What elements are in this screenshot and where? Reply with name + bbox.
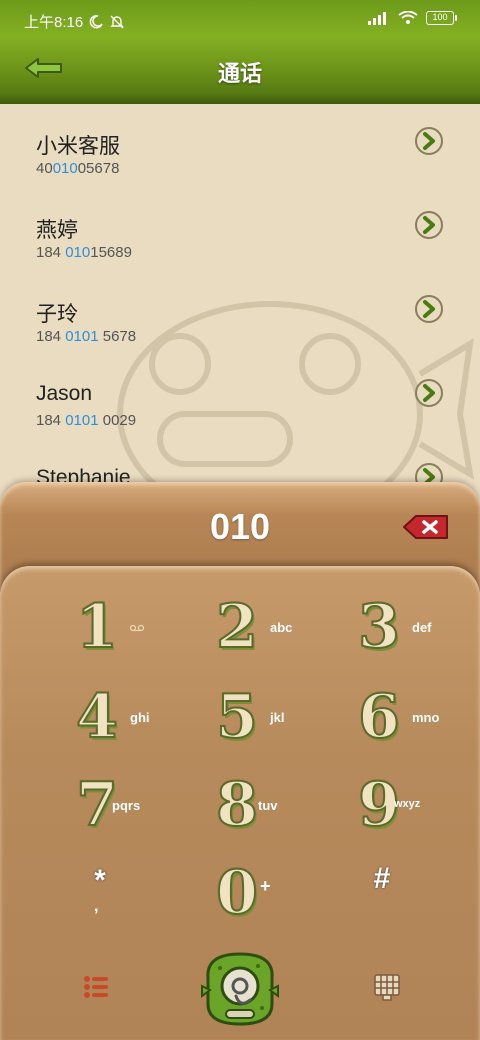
keypad-grid-icon[interactable]: [372, 972, 402, 1002]
key-letters: abc: [270, 620, 293, 635]
contact-name: 小米客服: [36, 135, 120, 158]
key-digit: #: [373, 862, 391, 895]
status-bar: 上午8:16 100: [0, 0, 480, 40]
key-hash[interactable]: #: [362, 862, 480, 942]
key-6[interactable]: 6 mno: [354, 680, 474, 760]
key-digit: 6: [357, 681, 401, 753]
key-digit: *: [94, 864, 106, 897]
chevron-right-icon[interactable]: [414, 210, 444, 240]
key-letters: ,: [94, 898, 99, 915]
list-item[interactable]: 子玲 184 0101 5678: [0, 272, 480, 356]
key-9[interactable]: 9 wxyz: [354, 768, 474, 848]
status-right-group: 100: [368, 11, 457, 25]
wifi-icon: [398, 11, 418, 24]
chevron-right-icon[interactable]: [414, 378, 444, 408]
key-letters: jkl: [270, 710, 285, 725]
key-letters: tuv: [258, 798, 278, 813]
fish-call-icon[interactable]: [200, 948, 280, 1028]
key-8[interactable]: 8 tuv: [212, 768, 332, 848]
key-digit: 3: [357, 591, 401, 663]
key-digit: 0: [215, 857, 259, 929]
key-letters: mno: [412, 710, 440, 725]
contact-name: 燕婷: [36, 219, 78, 242]
list-item[interactable]: Jason 184 0101 0029: [0, 356, 480, 440]
key-letters: def: [412, 620, 432, 635]
key-letters: +: [260, 876, 271, 896]
contact-list[interactable]: 小米客服 4001005678 燕婷 184 01015689 子玲 184 0…: [0, 104, 480, 504]
status-time-group: 上午8:16: [24, 11, 125, 32]
list-item[interactable]: 燕婷 184 01015689: [0, 188, 480, 272]
key-1[interactable]: 1: [72, 590, 192, 670]
key-letters: pqrs: [112, 798, 141, 813]
page-title: 通话: [217, 61, 262, 86]
app-header: 上午8:16 100 通话: [0, 0, 480, 104]
chevron-right-icon[interactable]: [414, 294, 444, 324]
signal-icon: [368, 12, 386, 25]
battery-icon: 100: [426, 11, 457, 25]
key-digit: 4: [75, 681, 119, 753]
key-7[interactable]: 7 pqrs: [72, 768, 192, 848]
contact-number: 4001005678: [36, 160, 120, 177]
key-letters: wxyz: [394, 798, 421, 810]
contact-name: 子玲: [36, 303, 78, 326]
voicemail-icon: [130, 624, 144, 632]
key-5[interactable]: 5 jkl: [212, 680, 332, 760]
contact-number: 184 01015689: [36, 244, 132, 261]
moon-icon: [89, 14, 103, 28]
key-digit: 2: [215, 591, 259, 663]
backspace-icon[interactable]: [402, 514, 450, 540]
key-digit: 8: [215, 769, 259, 841]
list-menu-icon[interactable]: [82, 972, 112, 1002]
key-digit: 5: [215, 681, 259, 753]
contact-name: Jason: [36, 382, 93, 405]
key-digit: 1: [75, 591, 119, 663]
key-letters: ghi: [130, 710, 150, 725]
key-star[interactable]: * ,: [80, 864, 200, 944]
contact-number: 184 0101 0029: [36, 412, 137, 429]
status-time: 上午8:16: [24, 14, 84, 31]
chevron-right-icon[interactable]: [414, 126, 444, 156]
key-3[interactable]: 3 def: [354, 590, 474, 670]
key-0[interactable]: 0 +: [212, 856, 332, 936]
mute-bell-icon: [110, 15, 124, 28]
key-2[interactable]: 2 abc: [212, 590, 332, 670]
list-item[interactable]: 小米客服 4001005678: [0, 104, 480, 188]
contact-number: 184 0101 5678: [36, 328, 137, 345]
key-4[interactable]: 4 ghi: [72, 680, 192, 760]
